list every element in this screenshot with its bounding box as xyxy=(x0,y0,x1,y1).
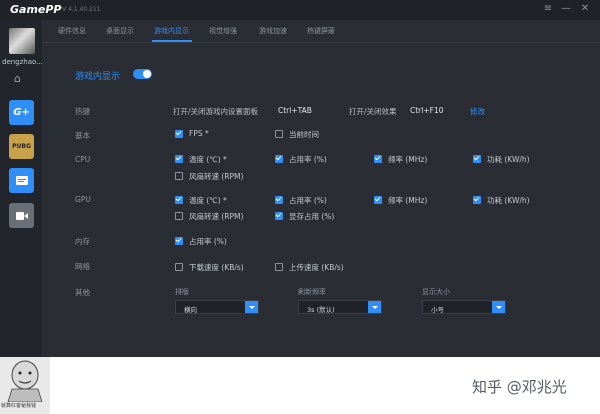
gpu-fan-checkbox[interactable] xyxy=(175,212,183,220)
in-game-display-toggle[interactable] xyxy=(133,69,152,79)
video-record-button[interactable] xyxy=(9,203,34,228)
active-tab-indicator xyxy=(152,40,192,42)
gamepp-logo-icon: G+ xyxy=(13,107,30,118)
upload-speed-label: 上传速度 (KB/s) xyxy=(289,263,344,272)
cpu-freq-label: 频率 (MHz) xyxy=(388,155,428,164)
settings-panel: 游戏内显示 热键 打开/关闭游戏内设置面板 Ctrl+TAB 打开/关闭效果 C… xyxy=(42,43,600,357)
download-speed-checkbox[interactable] xyxy=(175,263,183,271)
cpu-temp-checkbox[interactable] xyxy=(175,155,183,163)
tab-hotkey-block[interactable]: 热键屏蔽 xyxy=(307,26,335,36)
download-speed-label: 下载速度 (KB/s) xyxy=(189,263,244,272)
avatar[interactable] xyxy=(9,28,35,54)
gpu-label: GPU xyxy=(75,195,91,204)
cpu-fan-checkbox[interactable] xyxy=(175,172,183,180)
close-button[interactable]: ✕ xyxy=(578,3,592,14)
zhihu-watermark: 知乎 @邓兆光 xyxy=(472,378,567,396)
chat-icon xyxy=(15,175,28,185)
video-camera-icon xyxy=(15,211,28,220)
gpu-vram-label: 显存占用 (%) xyxy=(289,212,335,221)
tab-desktop-display[interactable]: 桌面显示 xyxy=(106,26,134,36)
pubg-game-button[interactable]: PUBG xyxy=(9,134,34,159)
cpu-power-label: 功耗 (KW/h) xyxy=(487,155,530,164)
chevron-down-icon xyxy=(368,301,381,313)
cpu-temp-label: 温度 (℃) * xyxy=(189,155,227,164)
section-title: 游戏内显示 xyxy=(75,72,121,82)
effect-hotkey-value: Ctrl+F10 xyxy=(410,106,444,115)
gpu-freq-label: 频率 (MHz) xyxy=(388,196,428,205)
edit-hotkey-link[interactable]: 修改 xyxy=(470,106,485,117)
sidebar: dengzhao... ⌂ G+ PUBG xyxy=(0,20,43,357)
gpu-power-label: 功耗 (KW/h) xyxy=(487,196,530,205)
fps-label: FPS * xyxy=(189,129,209,138)
layout-value: 横向 xyxy=(184,306,197,314)
gpu-freq-checkbox[interactable] xyxy=(374,196,382,204)
app-version: V 4.1.40.211 xyxy=(62,6,101,13)
chevron-down-icon xyxy=(492,301,505,313)
cpu-power-checkbox[interactable] xyxy=(473,155,481,163)
tab-bar: 硬件信息 桌面显示 游戏内显示 视觉增强 游戏加速 热键屏蔽 xyxy=(42,20,600,43)
gamepp-app-button[interactable]: G+ xyxy=(9,100,34,125)
other-label: 其他 xyxy=(75,288,90,297)
tab-hardware-info[interactable]: 硬件信息 xyxy=(58,26,86,36)
memory-label: 内存 xyxy=(75,237,90,246)
layout-label: 排版 xyxy=(175,288,189,296)
panel-hotkey-label: 打开/关闭游戏内设置面板 xyxy=(173,107,259,116)
gpu-temp-label: 温度 (℃) * xyxy=(189,196,227,205)
display-size-value: 小号 xyxy=(431,306,444,314)
display-size-label: 显示大小 xyxy=(422,288,450,296)
panel-hotkey-value: Ctrl+TAB xyxy=(278,106,312,115)
home-icon[interactable]: ⌂ xyxy=(14,72,21,85)
tab-in-game-display[interactable]: 游戏内显示 xyxy=(154,26,189,36)
app-logo: GamePP xyxy=(10,3,62,16)
meme-face-illustration xyxy=(7,360,43,403)
pubg-icon: PUBG xyxy=(12,143,31,150)
username: dengzhao... xyxy=(2,58,43,66)
refresh-rate-label: 刷新频率 xyxy=(298,288,326,296)
chat-button[interactable] xyxy=(9,168,34,193)
cpu-label: CPU xyxy=(75,155,91,164)
title-bar: GamePP V 4.1.40.211 ≡ — ✕ xyxy=(0,0,600,20)
refresh-rate-select[interactable]: 3s (默认) xyxy=(298,300,382,314)
upload-speed-checkbox[interactable] xyxy=(275,263,283,271)
gpu-vram-checkbox[interactable] xyxy=(275,212,283,220)
display-size-select[interactable]: 小号 xyxy=(422,300,506,314)
gpu-fan-label: 风扇转速 (RPM) xyxy=(189,212,244,221)
tab-game-boost[interactable]: 游戏加速 xyxy=(259,26,287,36)
cpu-usage-label: 占用率 (%) xyxy=(289,155,327,164)
cpu-freq-checkbox[interactable] xyxy=(374,155,382,163)
app-window: GamePP V 4.1.40.211 ≡ — ✕ dengzhao... ⌂ … xyxy=(0,0,600,357)
memory-usage-checkbox[interactable] xyxy=(175,237,183,245)
basic-label: 基本 xyxy=(75,131,90,140)
network-label: 网络 xyxy=(75,262,90,271)
memory-usage-label: 占用率 (%) xyxy=(189,237,227,246)
minimize-button[interactable]: — xyxy=(559,3,573,14)
gpu-temp-checkbox[interactable] xyxy=(175,196,183,204)
current-time-label: 当前时间 xyxy=(289,130,319,139)
cpu-usage-checkbox[interactable] xyxy=(275,155,283,163)
chevron-down-icon xyxy=(245,301,258,313)
settings-menu-icon[interactable]: ≡ xyxy=(541,3,555,14)
hotkey-label: 热键 xyxy=(75,107,90,116)
layout-select[interactable]: 横向 xyxy=(175,300,259,314)
fps-checkbox[interactable] xyxy=(175,130,183,138)
effect-hotkey-label: 打开/关闭效果 xyxy=(349,107,397,116)
gpu-usage-checkbox[interactable] xyxy=(275,196,283,204)
sticker-caption: 就算红客秘我钱 xyxy=(1,403,37,409)
refresh-rate-value: 3s (默认) xyxy=(307,306,335,314)
toggle-knob xyxy=(143,70,151,78)
gpu-power-checkbox[interactable] xyxy=(473,196,481,204)
cpu-fan-label: 风扇转速 (RPM) xyxy=(189,172,244,181)
tab-visual-enhance[interactable]: 视觉增强 xyxy=(209,26,237,36)
gpu-usage-label: 占用率 (%) xyxy=(289,196,327,205)
current-time-checkbox[interactable] xyxy=(275,130,283,138)
